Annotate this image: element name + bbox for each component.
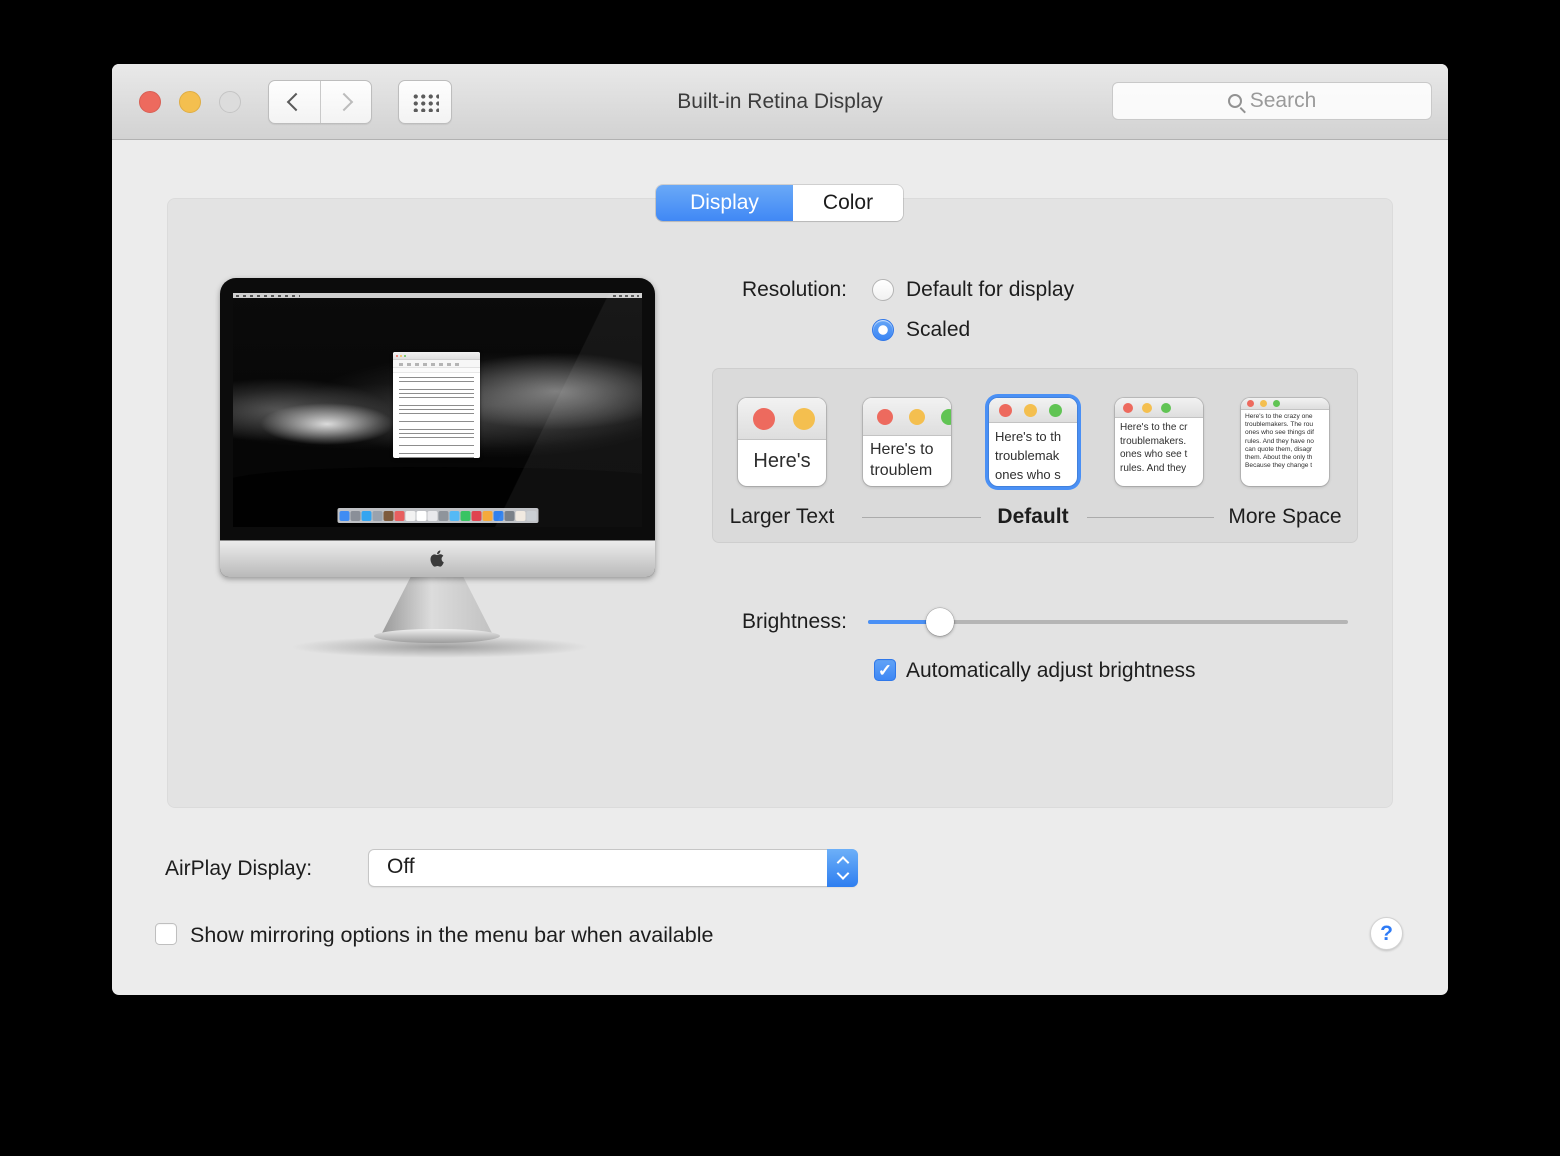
chevron-down-icon (836, 867, 849, 880)
search-input[interactable]: Search (1112, 82, 1432, 120)
scale-option-2[interactable]: Here's to troublem (863, 398, 951, 486)
help-button[interactable]: ? (1370, 917, 1403, 950)
show-mirroring-label[interactable]: Show mirroring options in the menu bar w… (190, 922, 713, 948)
mini-zoom-icon (1049, 403, 1062, 417)
chevron-right-icon (334, 92, 353, 112)
apple-logo-icon (430, 550, 444, 567)
tab-display[interactable]: Display (656, 185, 793, 221)
scale-divider-line (1087, 517, 1214, 518)
mini-close-icon (1123, 402, 1133, 413)
airplay-selected-value: Off (387, 855, 415, 878)
show-all-button[interactable] (398, 80, 452, 124)
screen-reflection (233, 293, 642, 527)
scale-divider-line (862, 517, 981, 518)
tab-bar: Display Color (656, 185, 903, 221)
mini-close-icon (753, 407, 775, 430)
scale-option-more-space[interactable]: Here's to the crazy one troublemakers. Th… (1241, 398, 1329, 486)
search-placeholder: Search (1249, 89, 1317, 112)
system-preferences-window: Built-in Retina Display Search Display C… (112, 64, 1448, 995)
scale-label-more-space: More Space (1228, 505, 1342, 528)
brightness-slider[interactable] (868, 608, 1348, 636)
imac-base (374, 629, 500, 643)
radio-scaled-label[interactable]: Scaled (906, 317, 970, 343)
mini-zoom-icon (1273, 400, 1280, 407)
back-button[interactable] (269, 81, 320, 123)
scale-option-4[interactable]: Here's to the cr troublemakers. ones who s… (1115, 398, 1203, 486)
window-titlebar: Built-in Retina Display Search (112, 64, 1448, 140)
auto-brightness-label[interactable]: Automatically adjust brightness (906, 658, 1195, 684)
brightness-slider-knob[interactable] (926, 608, 954, 636)
zoom-button (219, 91, 241, 113)
scale-label-larger-text: Larger Text (729, 505, 835, 528)
scaled-options-panel: Here's Here's to troublem Here's to th tro… (712, 368, 1358, 543)
radio-default-for-display-label[interactable]: Default for display (906, 277, 1074, 303)
close-button[interactable] (139, 91, 161, 113)
mini-minimize-icon (793, 407, 815, 430)
minimize-button[interactable] (179, 91, 201, 113)
mini-minimize-icon (1142, 402, 1152, 413)
show-mirroring-checkbox[interactable] (155, 923, 177, 945)
airplay-display-label: AirPlay Display: (165, 857, 313, 880)
mini-zoom-icon (941, 408, 951, 425)
mini-close-icon (877, 408, 893, 425)
mini-minimize-icon (1024, 403, 1037, 417)
radio-default-for-display[interactable] (872, 279, 894, 301)
navigation-buttons (268, 80, 372, 124)
search-icon (1227, 94, 1242, 108)
mini-zoom-icon (1161, 402, 1171, 413)
airplay-display-dropdown[interactable]: Off (368, 849, 858, 887)
mini-close-icon (1247, 400, 1254, 407)
scale-option-default[interactable]: Here's to th troublemak ones who s (989, 398, 1077, 486)
scale-option-larger-text[interactable]: Here's (738, 398, 826, 486)
imac-chin (220, 540, 655, 577)
tab-color[interactable]: Color (793, 185, 903, 221)
mini-close-icon (999, 403, 1012, 417)
radio-scaled[interactable] (872, 319, 894, 341)
mini-minimize-icon (1260, 400, 1267, 407)
imac-screen (233, 293, 642, 527)
grid-icon (411, 92, 439, 112)
auto-brightness-checkbox[interactable]: ✓ (874, 659, 896, 681)
resolution-label: Resolution: (741, 278, 847, 301)
chevron-left-icon (287, 92, 306, 112)
scale-label-default: Default (997, 505, 1069, 528)
imac-display-preview (220, 278, 655, 577)
forward-button[interactable] (319, 81, 372, 123)
dropdown-stepper-icon (827, 849, 858, 887)
brightness-label: Brightness: (741, 610, 847, 633)
mini-minimize-icon (909, 408, 925, 425)
